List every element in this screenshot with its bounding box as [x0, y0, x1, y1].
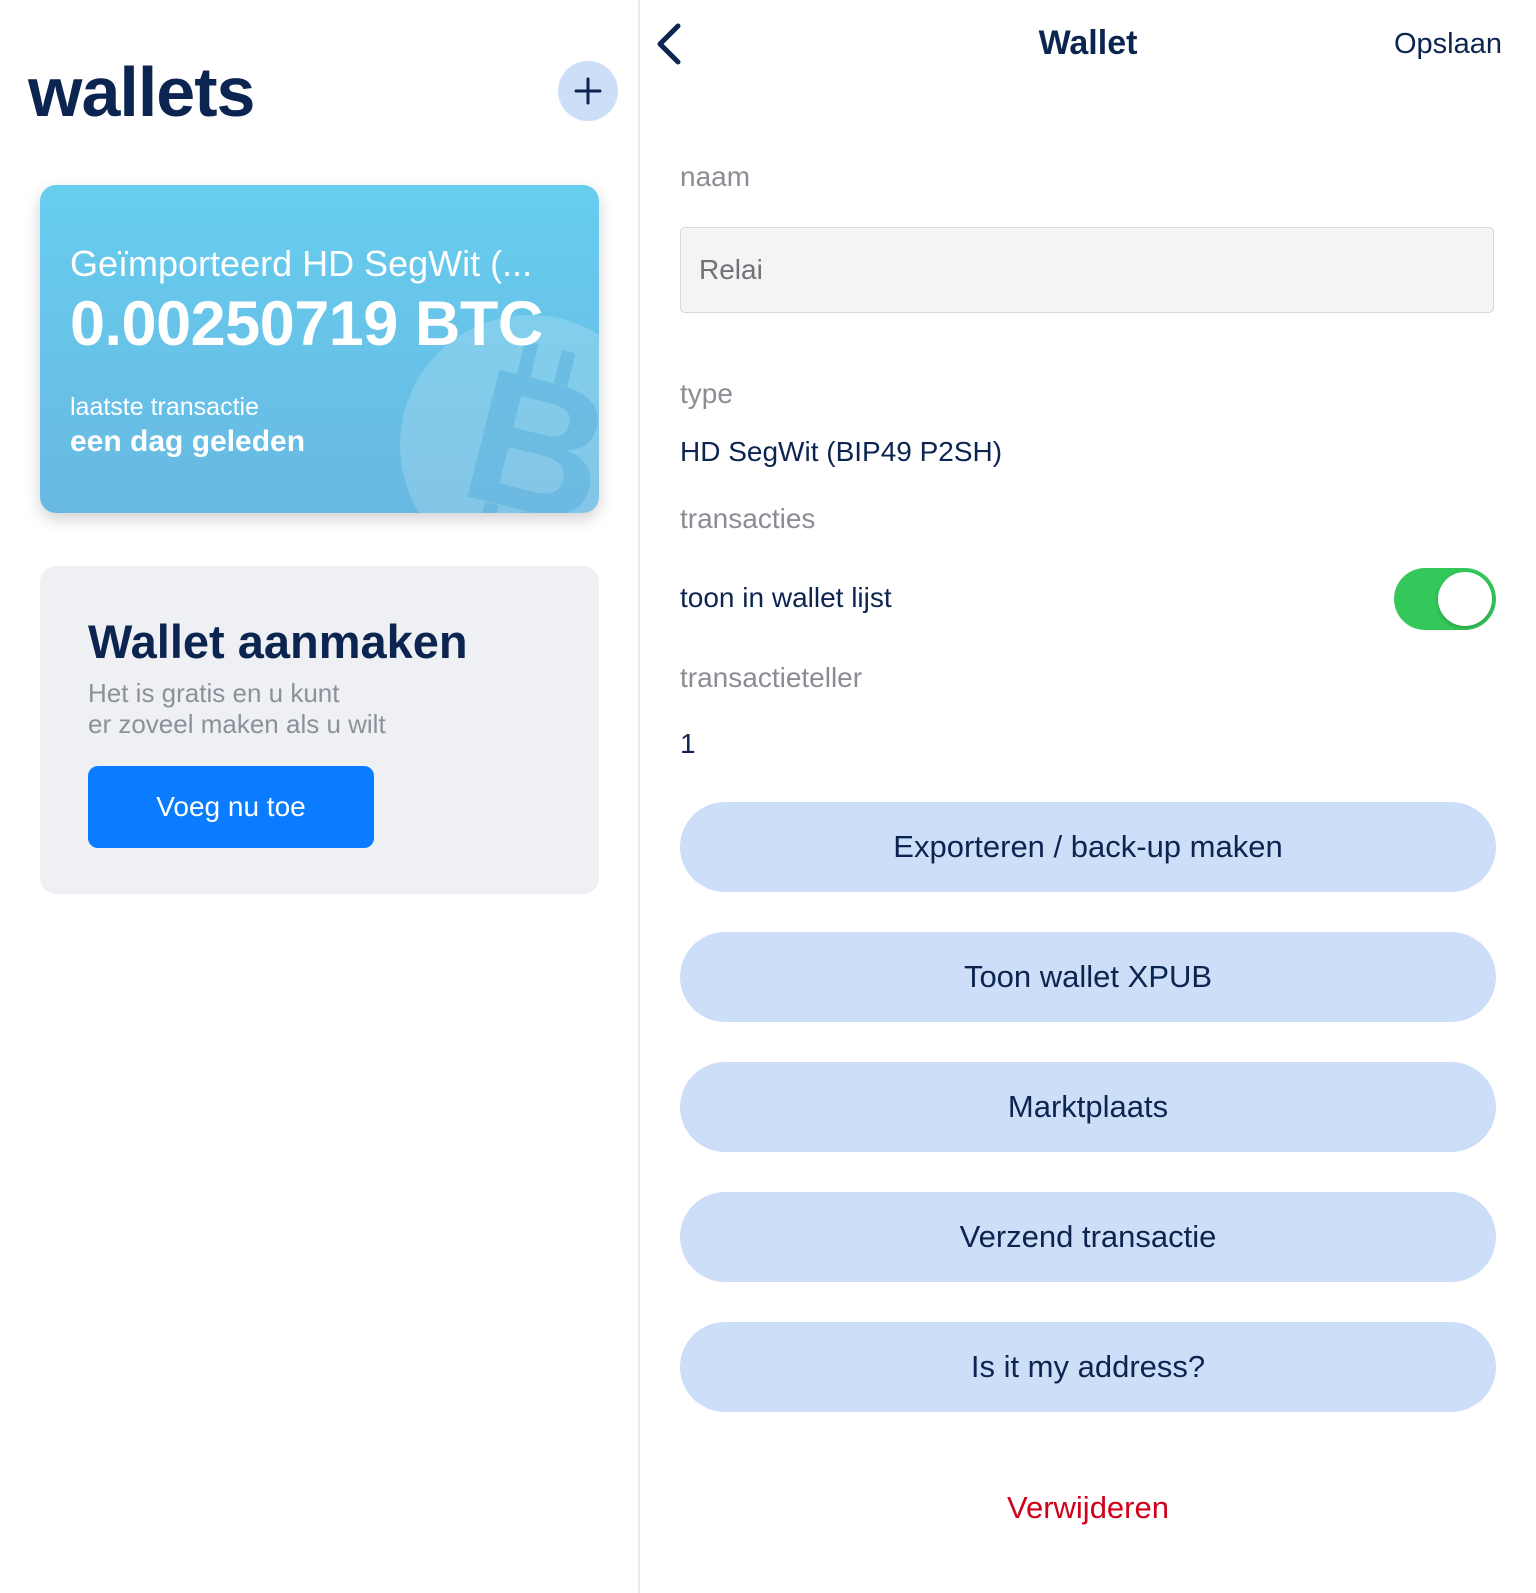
- create-wallet-card: Wallet aanmaken Het is gratis en u kunt …: [40, 566, 599, 894]
- add-now-button[interactable]: Voeg nu toe: [88, 766, 374, 848]
- show-in-list-toggle[interactable]: [1394, 568, 1496, 630]
- wallet-balance: 0.00250719 BTC: [70, 289, 543, 359]
- type-label: type: [680, 378, 733, 409]
- tx-counter-label: transactieteller: [680, 662, 863, 693]
- wallet-list-pane: wallets B Geïmporteerd HD SegWit (... 0.…: [0, 0, 638, 1593]
- wallet-card[interactable]: B Geïmporteerd HD SegWit (... 0.00250719…: [40, 185, 599, 513]
- show-xpub-button[interactable]: Toon wallet XPUB: [680, 932, 1496, 1022]
- create-wallet-subtitle-line1: Het is gratis en u kunt: [88, 678, 340, 708]
- delete-button[interactable]: Verwijderen: [640, 1490, 1536, 1526]
- create-wallet-title: Wallet aanmaken: [88, 615, 468, 668]
- create-wallet-subtitle: Het is gratis en u kunt er zoveel maken …: [88, 678, 386, 740]
- page-title: wallets: [28, 53, 255, 131]
- tx-counter-value: 1: [680, 728, 696, 759]
- name-label: naam: [680, 161, 751, 192]
- latest-transaction-label: laatste transactie: [70, 393, 259, 421]
- type-value: HD SegWit (BIP49 P2SH): [680, 436, 1003, 467]
- wallet-detail-pane: Wallet Opslaan naam type HD SegWit (BIP4…: [640, 0, 1536, 1593]
- show-in-list-label: toon in wallet lijst: [680, 582, 892, 613]
- latest-transaction-value: een dag geleden: [70, 425, 306, 458]
- transactions-label: transacties: [680, 503, 816, 534]
- add-wallet-button[interactable]: [558, 61, 618, 121]
- toggle-knob: [1438, 572, 1492, 626]
- plus-icon: [574, 77, 602, 105]
- marketplace-button[interactable]: Marktplaats: [680, 1062, 1496, 1152]
- wallet-label: Geïmporteerd HD SegWit (...: [70, 243, 533, 284]
- is-it-my-address-button[interactable]: Is it my address?: [680, 1322, 1496, 1412]
- save-button[interactable]: Opslaan: [1394, 28, 1502, 61]
- export-backup-button[interactable]: Exporteren / back-up maken: [680, 802, 1496, 892]
- send-transaction-button[interactable]: Verzend transactie: [680, 1192, 1496, 1282]
- create-wallet-subtitle-line2: er zoveel maken als u wilt: [88, 709, 386, 739]
- name-input[interactable]: [680, 227, 1494, 313]
